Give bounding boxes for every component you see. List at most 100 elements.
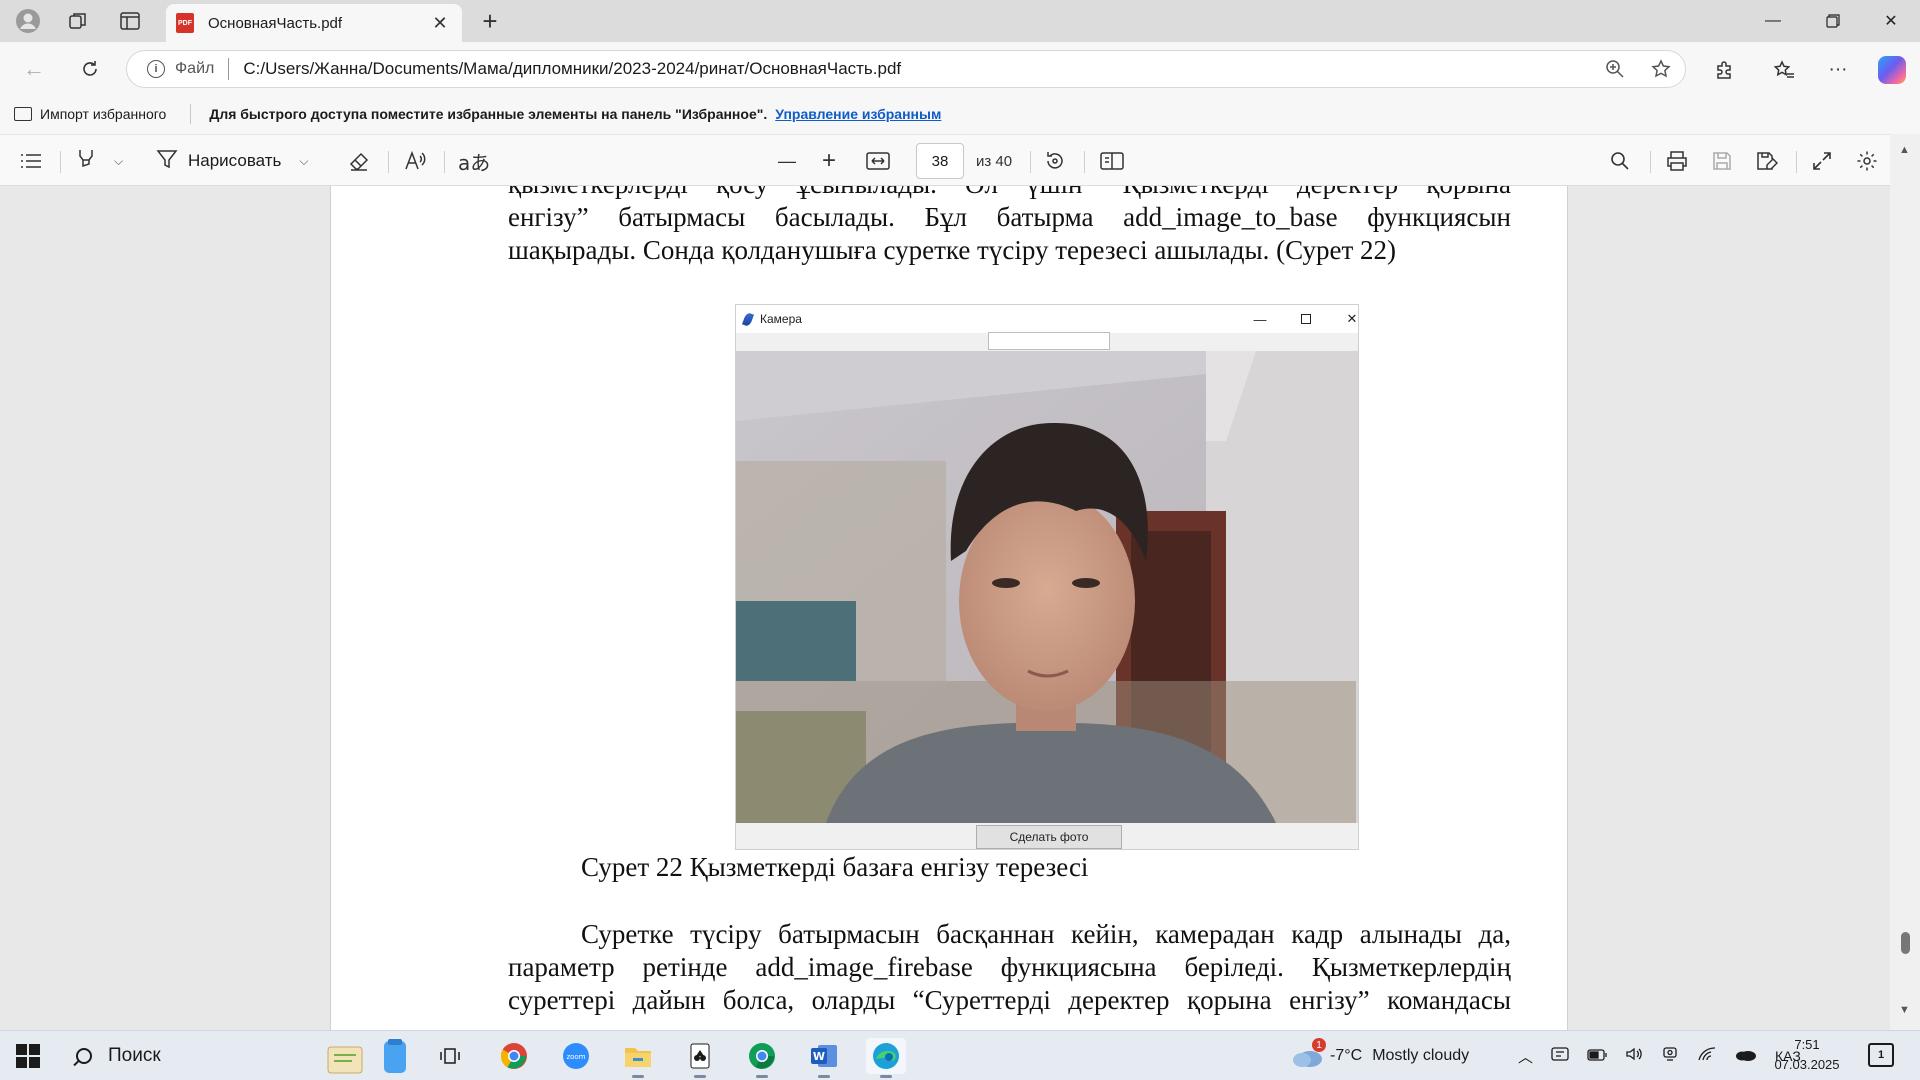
svg-text:W: W — [813, 1050, 825, 1063]
fit-width-icon[interactable] — [866, 145, 890, 177]
vertical-scrollbar[interactable]: ▲ ▼ — [1890, 134, 1920, 1030]
favorites-divider — [190, 104, 192, 124]
battery-icon[interactable] — [1587, 1048, 1607, 1065]
settings-icon[interactable] — [1856, 145, 1878, 177]
eraser-icon[interactable] — [348, 145, 370, 177]
extensions-icon[interactable] — [1706, 54, 1742, 86]
toolbar-divider — [1796, 151, 1797, 173]
onedrive-cloud-icon[interactable] — [1735, 1047, 1757, 1065]
file-label: Файл — [175, 60, 215, 77]
volume-icon[interactable] — [1625, 1046, 1643, 1066]
wifi-icon[interactable] — [1697, 1046, 1717, 1066]
address-bar[interactable]: i Файл C:/Users/Жанна/Documents/Мама/дип… — [126, 50, 1686, 88]
refresh-button[interactable] — [72, 52, 108, 86]
edge-icon[interactable] — [866, 1038, 906, 1078]
page-view-icon[interactable] — [1100, 145, 1124, 177]
paragraph-line: қызметкерлерді қосу ұсынылады. Ол үшін “… — [508, 186, 1511, 201]
take-photo-button: Сделать фото — [976, 825, 1122, 849]
word-icon[interactable]: W — [804, 1038, 844, 1078]
url-divider — [228, 58, 230, 80]
info-icon[interactable]: i — [147, 60, 165, 78]
contents-icon[interactable] — [20, 145, 42, 177]
file-explorer-icon[interactable] — [618, 1038, 658, 1078]
title-bar: PDF ОсновнаяЧасть.pdf ✕ + — ✕ — [0, 0, 1920, 42]
back-button[interactable]: ← — [16, 52, 52, 86]
weather-condition: Mostly cloudy — [1372, 1047, 1470, 1064]
paragraph-line: Суретке түсіру батырмасын басқаннан кейі… — [581, 919, 1511, 949]
url-text[interactable]: C:/Users/Жанна/Documents/Мама/дипломники… — [243, 59, 901, 79]
save-as-icon[interactable] — [1756, 145, 1778, 177]
clock-date: 07.03.2025 — [1774, 1057, 1840, 1072]
search-icon — [76, 1048, 92, 1064]
start-button[interactable] — [16, 1044, 40, 1068]
highlight-icon — [76, 148, 96, 175]
system-tray: ︿ КАЗ — [1518, 1031, 1801, 1080]
more-options-icon[interactable]: ··· — [1820, 54, 1856, 86]
close-tab-icon[interactable]: ✕ — [428, 13, 452, 34]
zoom-app-icon[interactable]: zoom — [556, 1038, 596, 1074]
paragraph-line: суреттері дайын болса, оларды “Суреттерд… — [508, 985, 1511, 1015]
favorites-icon[interactable] — [1766, 54, 1802, 86]
solitaire-icon[interactable] — [680, 1038, 720, 1078]
manage-favorites-link[interactable]: Управление избранным — [775, 106, 941, 122]
pdf-page: қызметкерлерді қосу ұсынылады. Ол үшін “… — [330, 186, 1568, 1030]
search-highlight-illustration — [327, 1039, 406, 1074]
highlight-button[interactable]: ⌵ — [76, 145, 123, 177]
minimize-button[interactable]: — — [1744, 0, 1802, 42]
scroll-down-arrow-icon[interactable]: ▼ — [1899, 1004, 1910, 1016]
zoom-out-icon[interactable]: — — [778, 145, 796, 177]
maximize-icon — [1294, 309, 1318, 329]
toolbar-divider — [1650, 151, 1651, 173]
workspaces-icon[interactable] — [60, 7, 96, 35]
add-favorite-star-icon[interactable] — [1651, 59, 1671, 85]
toolbar-divider — [444, 151, 445, 173]
tab-title: ОсновнаяЧасть.pdf — [208, 14, 343, 32]
read-aloud-icon[interactable] — [404, 145, 428, 177]
network-settings-icon[interactable] — [1551, 1046, 1569, 1066]
clock[interactable]: 7:51 07.03.2025 — [1762, 1035, 1852, 1075]
search-icon[interactable] — [1610, 145, 1630, 177]
favorites-bar: Импорт избранного Для быстрого доступа п… — [0, 94, 1920, 134]
restore-button[interactable] — [1804, 0, 1862, 42]
notification-center-icon[interactable]: 1 — [1868, 1043, 1894, 1067]
chrome-profile-icon[interactable] — [742, 1038, 782, 1078]
svg-text:zoom: zoom — [566, 1053, 585, 1061]
cloud-icon: 1 — [1290, 1038, 1326, 1068]
chevron-up-icon[interactable]: ︿ — [1518, 1046, 1533, 1067]
save-icon[interactable] — [1712, 145, 1732, 177]
pdf-toolbar: ⌵ Нарисовать ⌵ aあ — + 38 из 40 — [0, 134, 1920, 186]
scroll-up-arrow-icon[interactable]: ▲ — [1899, 144, 1910, 156]
paragraph-line: параметр ретінде add_image_firebase функ… — [508, 952, 1511, 982]
paragraph-line: шақырады. Сонда қолданушыға суретке түсі… — [508, 235, 1396, 265]
scrollbar-thumb[interactable] — [1901, 932, 1910, 954]
fullscreen-icon[interactable] — [1812, 145, 1832, 177]
chrome-icon[interactable] — [494, 1038, 534, 1074]
chevron-down-icon[interactable]: ⌵ — [114, 154, 123, 169]
page-count: из 40 — [976, 153, 1013, 170]
print-icon[interactable] — [1666, 145, 1688, 177]
toolbar-divider — [1030, 151, 1031, 173]
page-number-input[interactable]: 38 — [916, 143, 964, 179]
import-icon — [14, 107, 32, 121]
active-tab[interactable]: PDF ОсновнаяЧасть.pdf ✕ — [166, 4, 462, 42]
profile-icon[interactable] — [10, 7, 46, 35]
zoom-icon[interactable] — [1605, 59, 1625, 85]
import-favorites-button[interactable]: Импорт избранного — [40, 106, 166, 122]
translate-icon[interactable]: aあ — [458, 145, 490, 177]
copilot-icon[interactable] — [1874, 54, 1910, 86]
weather-widget[interactable]: 1 -7°C Mostly cloudy — [1290, 1031, 1469, 1080]
toolbar-divider — [60, 151, 61, 173]
weather-badge: 1 — [1312, 1038, 1326, 1052]
chevron-down-icon[interactable]: ⌵ — [299, 154, 308, 169]
task-view-icon[interactable] — [430, 1038, 470, 1074]
weather-temperature: -7°C — [1330, 1047, 1363, 1064]
camera-status-icon[interactable] — [1661, 1046, 1679, 1066]
camera-photo — [736, 351, 1358, 823]
zoom-in-icon[interactable]: + — [822, 145, 836, 177]
tab-actions-icon[interactable] — [112, 7, 148, 35]
pdf-viewer[interactable]: қызметкерлерді қосу ұсынылады. Ол үшін “… — [0, 186, 1920, 1030]
rotate-icon[interactable] — [1044, 145, 1066, 177]
draw-button[interactable]: Нарисовать ⌵ — [156, 145, 309, 177]
new-tab-button[interactable]: + — [474, 6, 506, 36]
close-window-button[interactable]: ✕ — [1862, 0, 1920, 42]
